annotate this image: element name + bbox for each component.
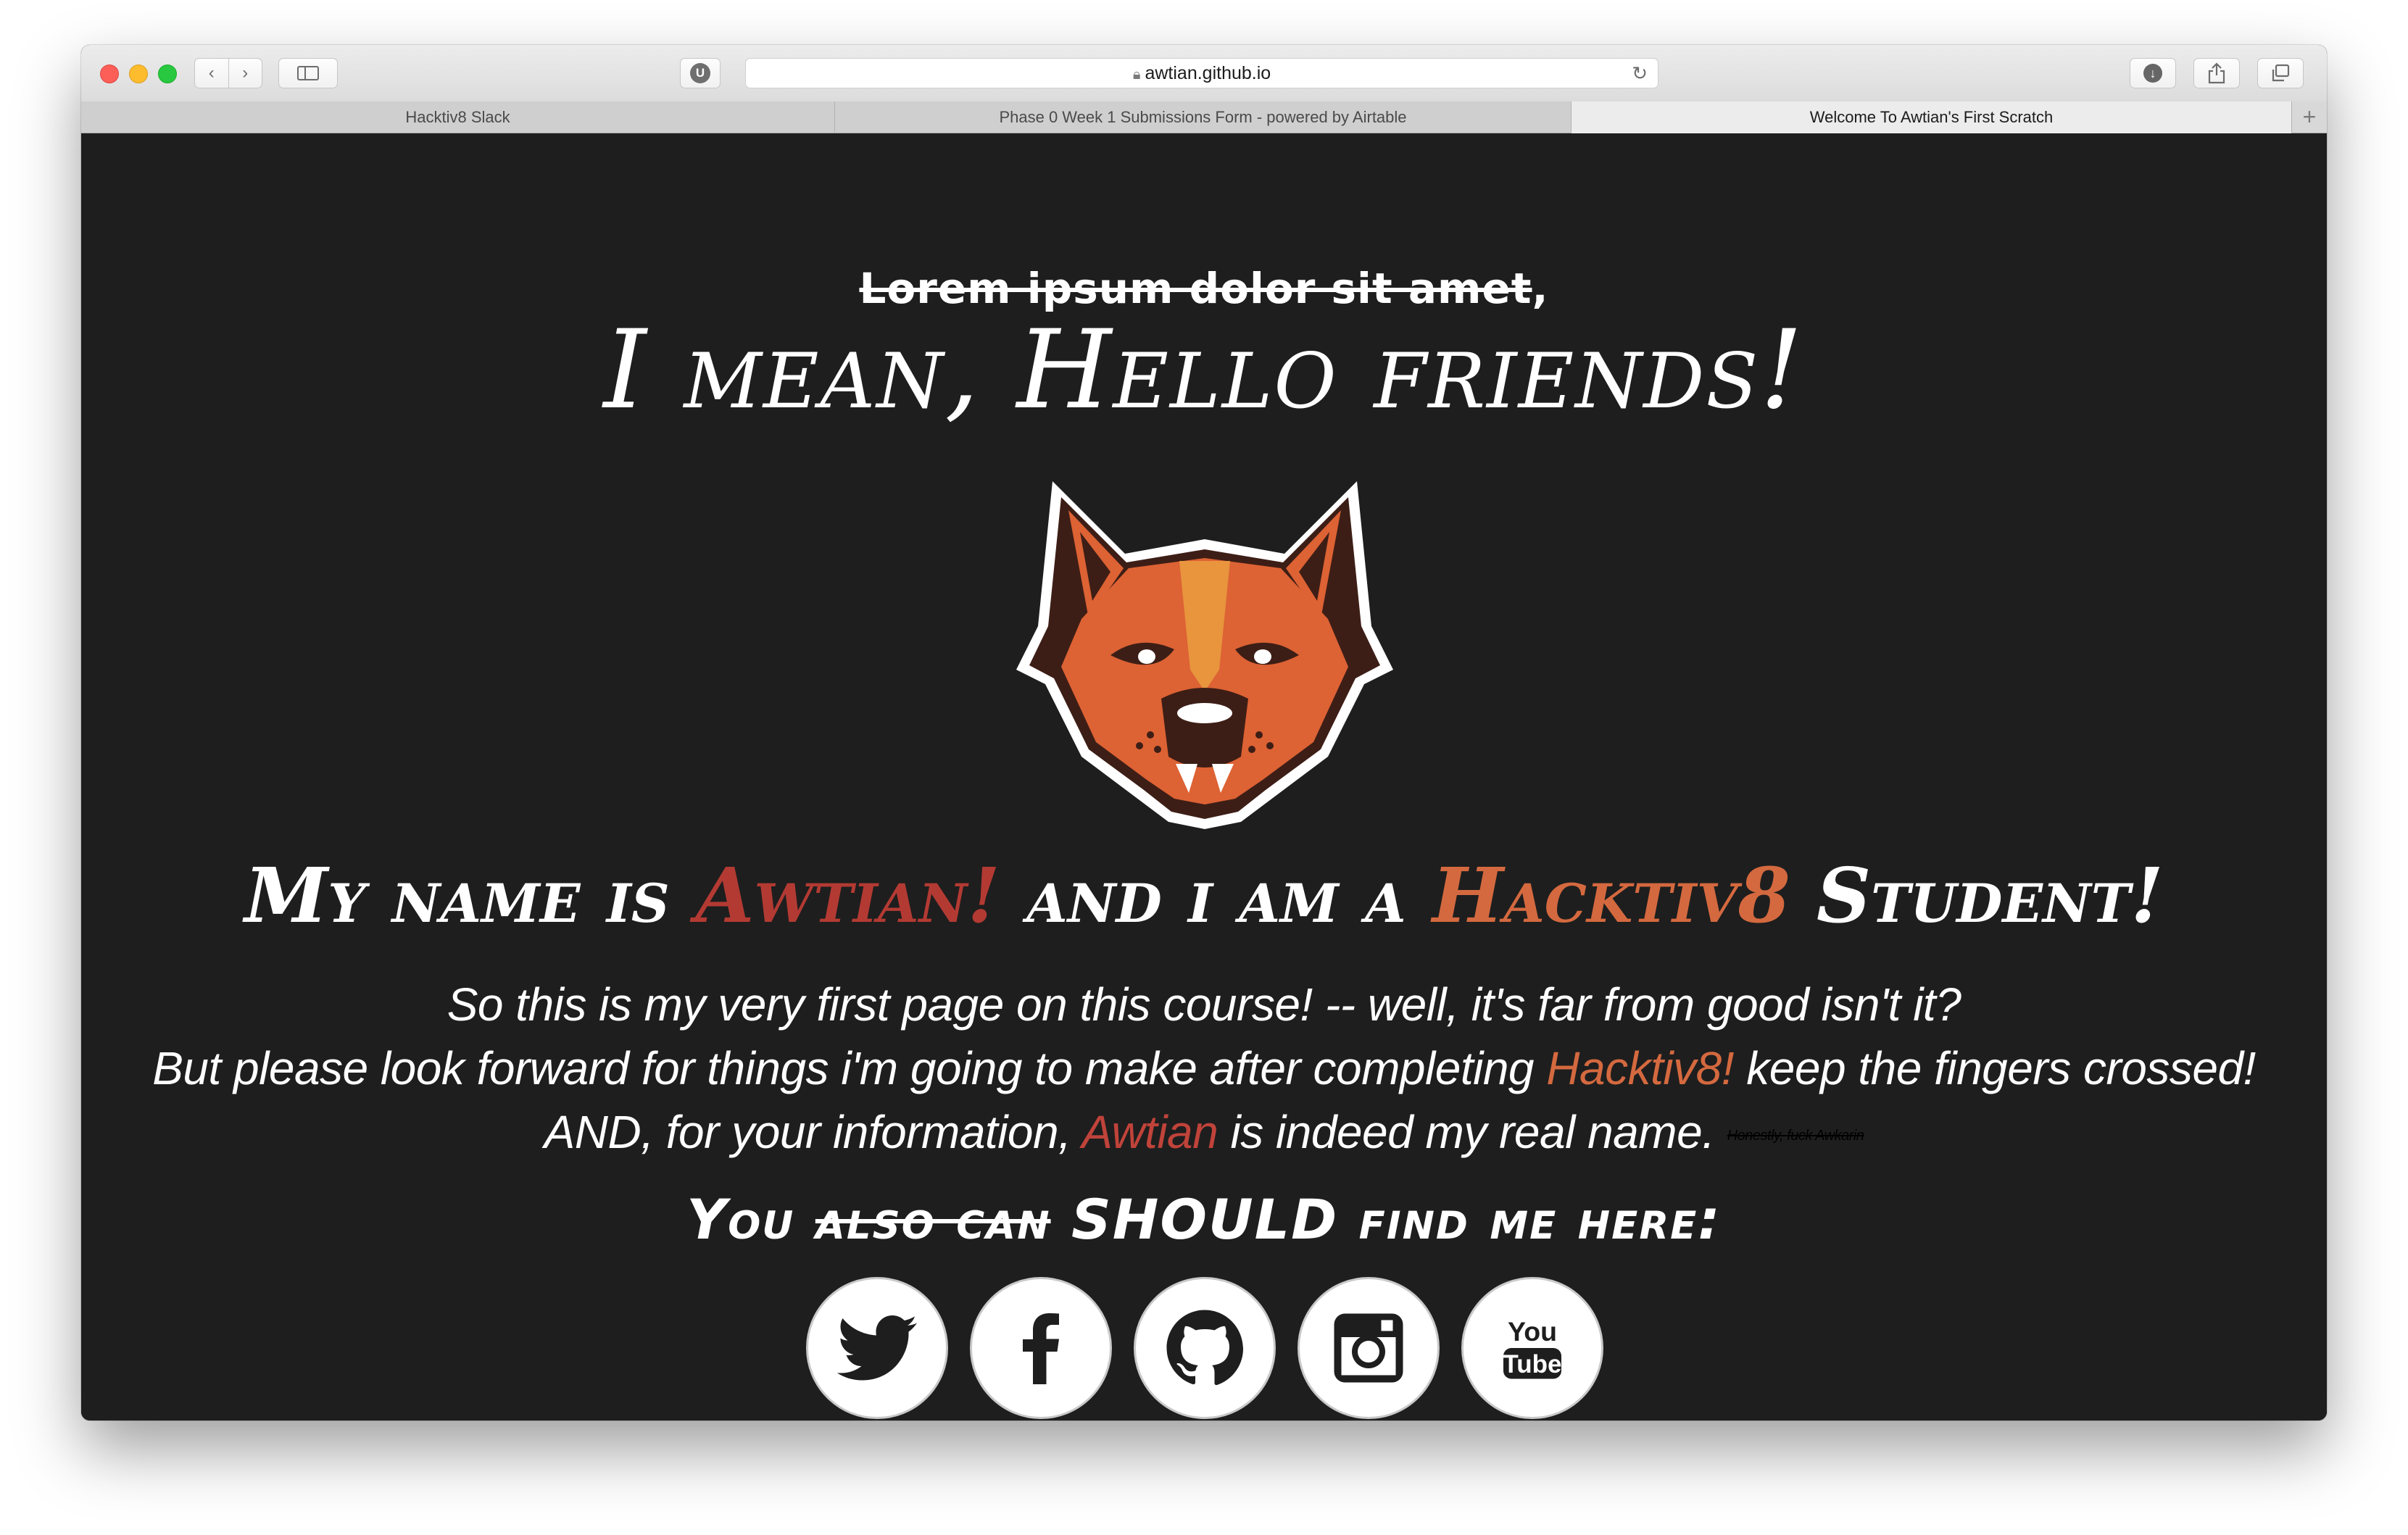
lorem-struck-text: Lorem ipsum dolor sit amet — [859, 264, 1532, 313]
intro-heading: My name is Awtian! and i am a Hacktiv8 S… — [81, 851, 2327, 940]
youtube-bottom-text: Tube — [1503, 1350, 1561, 1378]
intro-paragraph: So this is my very first page on this co… — [81, 973, 2327, 1168]
chevron-left-icon: ‹ — [208, 63, 215, 83]
intro-part1: My name is — [244, 851, 696, 940]
fox-mascot-logo — [1016, 481, 1393, 829]
facebook-icon — [1023, 1313, 1059, 1384]
new-tab-button[interactable]: + — [2292, 101, 2327, 133]
twitter-link[interactable] — [806, 1277, 948, 1419]
page-headline: I mean, Hello friends! — [603, 307, 1805, 433]
youtube-link[interactable]: You Tube — [1461, 1277, 1603, 1419]
url-text: awtian.github.io — [1145, 63, 1271, 83]
address-bar[interactable]: 🔒︎ awtian.github.io ↻ — [745, 58, 1658, 88]
find-me-heading: You also can SHOULD find me here: — [81, 1187, 2327, 1252]
intro-name: Awtian! — [695, 851, 1000, 940]
line2-hacktiv8: Hacktiv8! — [1546, 1042, 1734, 1094]
line3-text-b: is indeed my real name. — [1218, 1106, 1715, 1158]
browser-toolbar: ‹ › U 🔒︎ awtian.github.io ↻ ↓ — [81, 45, 2327, 102]
tabs-overview-icon — [2272, 64, 2290, 82]
lorem-heading: Lorem ipsum dolor sit amet, — [81, 264, 2327, 313]
lock-icon: 🔒︎ — [1132, 67, 1141, 83]
forward-button[interactable]: › — [229, 59, 262, 88]
share-icon — [2208, 62, 2225, 84]
intro-part3: Student! — [1790, 851, 2164, 940]
tab-bar: Hacktiv8 Slack Phase 0 Week 1 Submission… — [81, 101, 2327, 133]
intro-part2: and i am a — [1000, 851, 1432, 940]
paragraph-line-1: So this is my very first page on this co… — [447, 978, 1961, 1031]
find-part1: You — [686, 1187, 815, 1252]
tab-submissions-form[interactable]: Phase 0 Week 1 Submissions Form - powere… — [835, 101, 1572, 133]
url-display: 🔒︎ awtian.github.io — [746, 59, 1658, 89]
find-part2: SHOULD find me here: — [1050, 1187, 1722, 1252]
instagram-link[interactable] — [1298, 1277, 1440, 1419]
sidebar-icon — [297, 66, 319, 80]
extension-icon: U — [690, 63, 710, 83]
page-content: Lorem ipsum dolor sit amet, I mean, Hell… — [81, 133, 2327, 1420]
download-icon: ↓ — [2143, 64, 2162, 83]
line2-text-a: But please look forward for things i'm g… — [152, 1042, 1547, 1094]
browser-window: ‹ › U 🔒︎ awtian.github.io ↻ ↓ Hacktiv8 S… — [81, 45, 2327, 1420]
line3-text-a: AND, for your information, — [544, 1106, 1082, 1158]
downloads-button[interactable]: ↓ — [2130, 58, 2176, 88]
share-button[interactable] — [2193, 58, 2240, 88]
back-button[interactable]: ‹ — [195, 59, 228, 88]
youtube-top-text: You — [1508, 1316, 1557, 1347]
instagram-icon — [1334, 1313, 1403, 1383]
reload-icon[interactable]: ↻ — [1632, 59, 1648, 88]
zoom-window-button[interactable] — [158, 65, 177, 83]
line2-text-b: keep the fingers crossed! — [1733, 1042, 2256, 1094]
show-tabs-button[interactable] — [2257, 58, 2304, 88]
extension-button[interactable]: U — [680, 58, 721, 88]
tab-awtian-first-scratch[interactable]: Welcome To Awtian's First Scratch — [1572, 101, 2292, 133]
lorem-tail: , — [1532, 264, 1549, 313]
youtube-icon: You Tube — [1503, 1316, 1562, 1379]
tab-hacktiv8-slack[interactable]: Hacktiv8 Slack — [81, 101, 835, 133]
nav-button-group: ‹ › — [194, 58, 262, 88]
line3-name: Awtian — [1081, 1106, 1218, 1158]
find-struck: also can — [815, 1187, 1051, 1252]
minimize-window-button[interactable] — [129, 65, 148, 83]
github-link[interactable] — [1134, 1277, 1276, 1419]
facebook-link[interactable] — [970, 1277, 1112, 1419]
sidebar-toggle-button[interactable] — [278, 58, 338, 88]
paragraph-line-3: AND, for your information, Awtian is ind… — [81, 1100, 2327, 1168]
paragraph-line-2: But please look forward for things i'm g… — [81, 1036, 2327, 1100]
github-icon — [1166, 1310, 1243, 1386]
hidden-footnote: Honestly, fuck Awkarin — [1727, 1128, 1864, 1144]
social-links: You Tube — [799, 1277, 1611, 1420]
intro-school: Hacktiv8 — [1432, 851, 1790, 940]
twitter-icon — [837, 1315, 917, 1381]
chevron-right-icon: › — [242, 63, 249, 83]
close-window-button[interactable] — [100, 65, 119, 83]
